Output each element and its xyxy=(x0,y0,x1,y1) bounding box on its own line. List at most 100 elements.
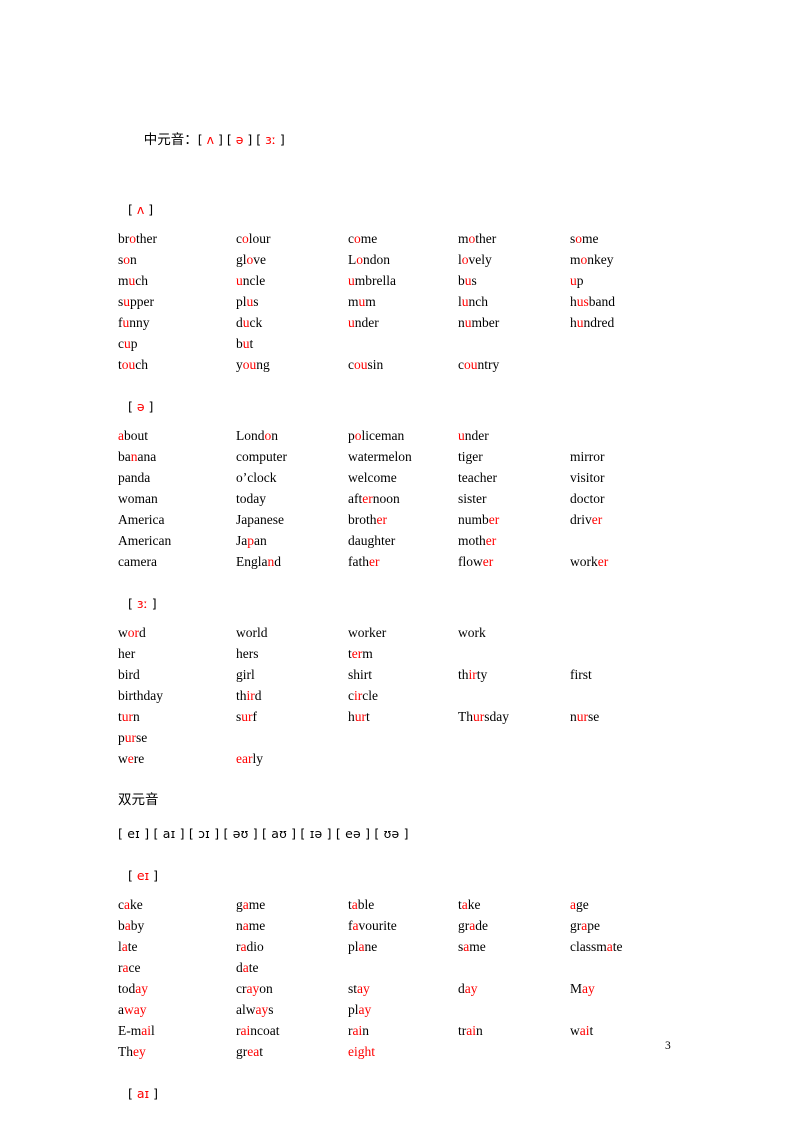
empty-cell xyxy=(458,727,570,748)
empty-cell xyxy=(570,1041,698,1062)
word-cell: supper xyxy=(118,294,155,309)
word-cell: mum xyxy=(348,294,376,309)
word-row: panda o’clock welcome teacher visitor xyxy=(118,467,698,488)
word-cell: colour xyxy=(236,231,271,246)
section-ipa-nurse-symbol: [ ɜː ] xyxy=(128,596,157,611)
word-cell: world xyxy=(236,625,268,640)
word-row: cup but xyxy=(118,333,698,354)
word-cell: work xyxy=(458,625,486,640)
word-cell: table xyxy=(348,897,375,912)
word-row: brother colour come mother some xyxy=(118,228,698,249)
empty-cell xyxy=(570,333,698,354)
word-cell: teacher xyxy=(458,470,497,485)
word-row: bird girl shirt thirty first xyxy=(118,664,698,685)
word-cell: age xyxy=(570,897,589,912)
empty-cell xyxy=(570,999,698,1020)
word-cell: plane xyxy=(348,939,378,954)
word-cell: duck xyxy=(236,315,263,330)
word-cell: day xyxy=(458,981,478,996)
word-cell: doctor xyxy=(570,491,605,506)
empty-cell xyxy=(348,727,458,748)
word-cell: afternoon xyxy=(348,491,400,506)
word-cell: thirty xyxy=(458,667,488,682)
page-content: 中元音：[ ʌ ] [ ə ] [ ɜː ] [ ʌ ] brother colou… xyxy=(118,108,698,1125)
word-row: were early xyxy=(118,748,698,769)
mid-vowels-heading-symbols: [ ʌ ] [ ə ] [ ɜː ] xyxy=(197,132,285,147)
word-cell: crayon xyxy=(236,981,273,996)
word-cell: Japanese xyxy=(236,512,284,527)
empty-cell xyxy=(348,957,458,978)
section-ipa-caret-word-table: brother colour come mother some son glove Londo… xyxy=(118,228,698,375)
word-cell: baby xyxy=(118,918,145,933)
empty-cell xyxy=(570,957,698,978)
word-cell: word xyxy=(118,625,146,640)
section-ipa-price-symbol: [ aɪ ] xyxy=(128,1086,159,1101)
word-cell: surf xyxy=(236,709,258,724)
word-cell: monkey xyxy=(570,252,614,267)
word-cell: tiger xyxy=(458,449,483,464)
diphthong-heading: 双元音 xyxy=(118,792,159,808)
word-cell: bird xyxy=(118,667,140,682)
word-cell: mirror xyxy=(570,449,605,464)
section-ipa-caret-symbol: [ ʌ ] xyxy=(128,202,154,217)
empty-cell xyxy=(458,685,570,706)
section-ipa-face-word-table: cake game table take age baby name favourite gra… xyxy=(118,894,698,1062)
word-cell: hers xyxy=(236,646,259,661)
section-ipa-face-symbol: [ eɪ ] xyxy=(128,868,159,883)
word-cell: today xyxy=(236,491,266,506)
section-ipa-nurse: [ ɜː ] word world worker work her hers term bird… xyxy=(118,593,698,790)
word-cell: flower xyxy=(458,554,494,569)
word-cell: number xyxy=(458,512,500,527)
word-cell: rain xyxy=(348,1023,369,1038)
word-cell: nurse xyxy=(570,709,600,724)
word-cell: some xyxy=(570,231,599,246)
word-cell: under xyxy=(458,428,489,443)
word-cell: first xyxy=(570,667,592,682)
word-cell: race xyxy=(118,960,141,975)
word-cell: purse xyxy=(118,730,148,745)
word-cell: much xyxy=(118,273,149,288)
word-cell: camera xyxy=(118,554,157,569)
word-cell: birthday xyxy=(118,688,163,703)
empty-cell xyxy=(570,425,698,446)
document-page: 中元音：[ ʌ ] [ ə ] [ ɜː ] [ ʌ ] brother colou… xyxy=(0,0,794,1123)
word-cell: watermelon xyxy=(348,449,412,464)
word-row: baby name favourite grade grape xyxy=(118,915,698,936)
section-ipa-schwa: [ ə ] about London policeman under banana comp… xyxy=(118,396,698,593)
word-cell: grade xyxy=(458,918,488,933)
empty-cell xyxy=(458,957,570,978)
word-row: away always play xyxy=(118,999,698,1020)
mid-vowels-heading-label: 中元音： xyxy=(143,132,198,148)
empty-cell xyxy=(570,685,698,706)
word-cell: worker xyxy=(570,554,609,569)
word-cell: o’clock xyxy=(236,470,277,485)
empty-cell xyxy=(570,354,698,375)
word-cell: her xyxy=(118,646,136,661)
word-row: banana computer watermelon tiger mirror xyxy=(118,446,698,467)
empty-cell xyxy=(570,530,698,551)
word-row: her hers term xyxy=(118,643,698,664)
word-row: camera England father flower worker xyxy=(118,551,698,572)
word-row: touch young cousin country xyxy=(118,354,698,375)
word-row: about London policeman under xyxy=(118,425,698,446)
word-cell: under xyxy=(348,315,379,330)
word-cell: touch xyxy=(118,357,149,372)
word-cell: plus xyxy=(236,294,259,309)
word-cell: but xyxy=(236,336,254,351)
word-cell: early xyxy=(236,751,263,766)
word-cell: visitor xyxy=(570,470,605,485)
word-cell: mother xyxy=(458,231,497,246)
word-row: E-mail raincoat rain train wait xyxy=(118,1020,698,1041)
word-cell: were xyxy=(118,751,145,766)
word-cell: today xyxy=(118,981,149,996)
word-cell: hundred xyxy=(570,315,615,330)
word-row: funny duck under number hundred xyxy=(118,312,698,333)
